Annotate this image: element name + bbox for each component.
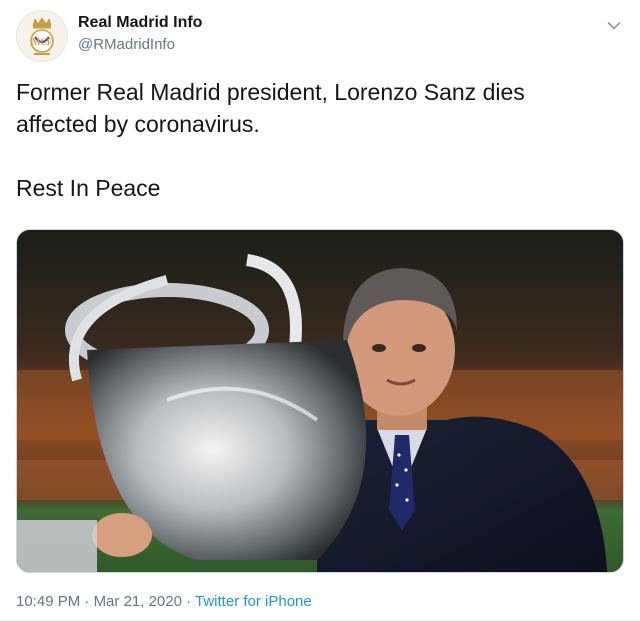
tweet-card: MCF Real Madrid Info @RMadridInfo Former… <box>0 0 640 621</box>
tweet-text: Former Real Madrid president, Lorenzo Sa… <box>16 79 525 201</box>
tweet-metadata: 10:49 PM · Mar 21, 2020 · Twitter for iP… <box>16 593 312 610</box>
display-name[interactable]: Real Madrid Info <box>78 14 202 32</box>
tweet-time[interactable]: 10:49 PM <box>16 593 80 610</box>
photo-man-with-trophy <box>17 230 623 572</box>
tweet-menu-button[interactable] <box>604 16 624 36</box>
real-madrid-crest-icon: MCF <box>30 17 54 55</box>
tweet-date[interactable]: Mar 21, 2020 <box>94 593 182 610</box>
meta-separator: · <box>80 593 94 610</box>
user-handle[interactable]: @RMadridInfo <box>78 36 175 53</box>
chevron-down-icon <box>607 22 621 30</box>
tweet-photo[interactable] <box>16 229 624 573</box>
svg-text:MCF: MCF <box>32 37 53 47</box>
avatar[interactable]: MCF <box>16 10 68 62</box>
tweet-source-link[interactable]: Twitter for iPhone <box>195 593 312 610</box>
meta-separator: · <box>181 593 196 610</box>
